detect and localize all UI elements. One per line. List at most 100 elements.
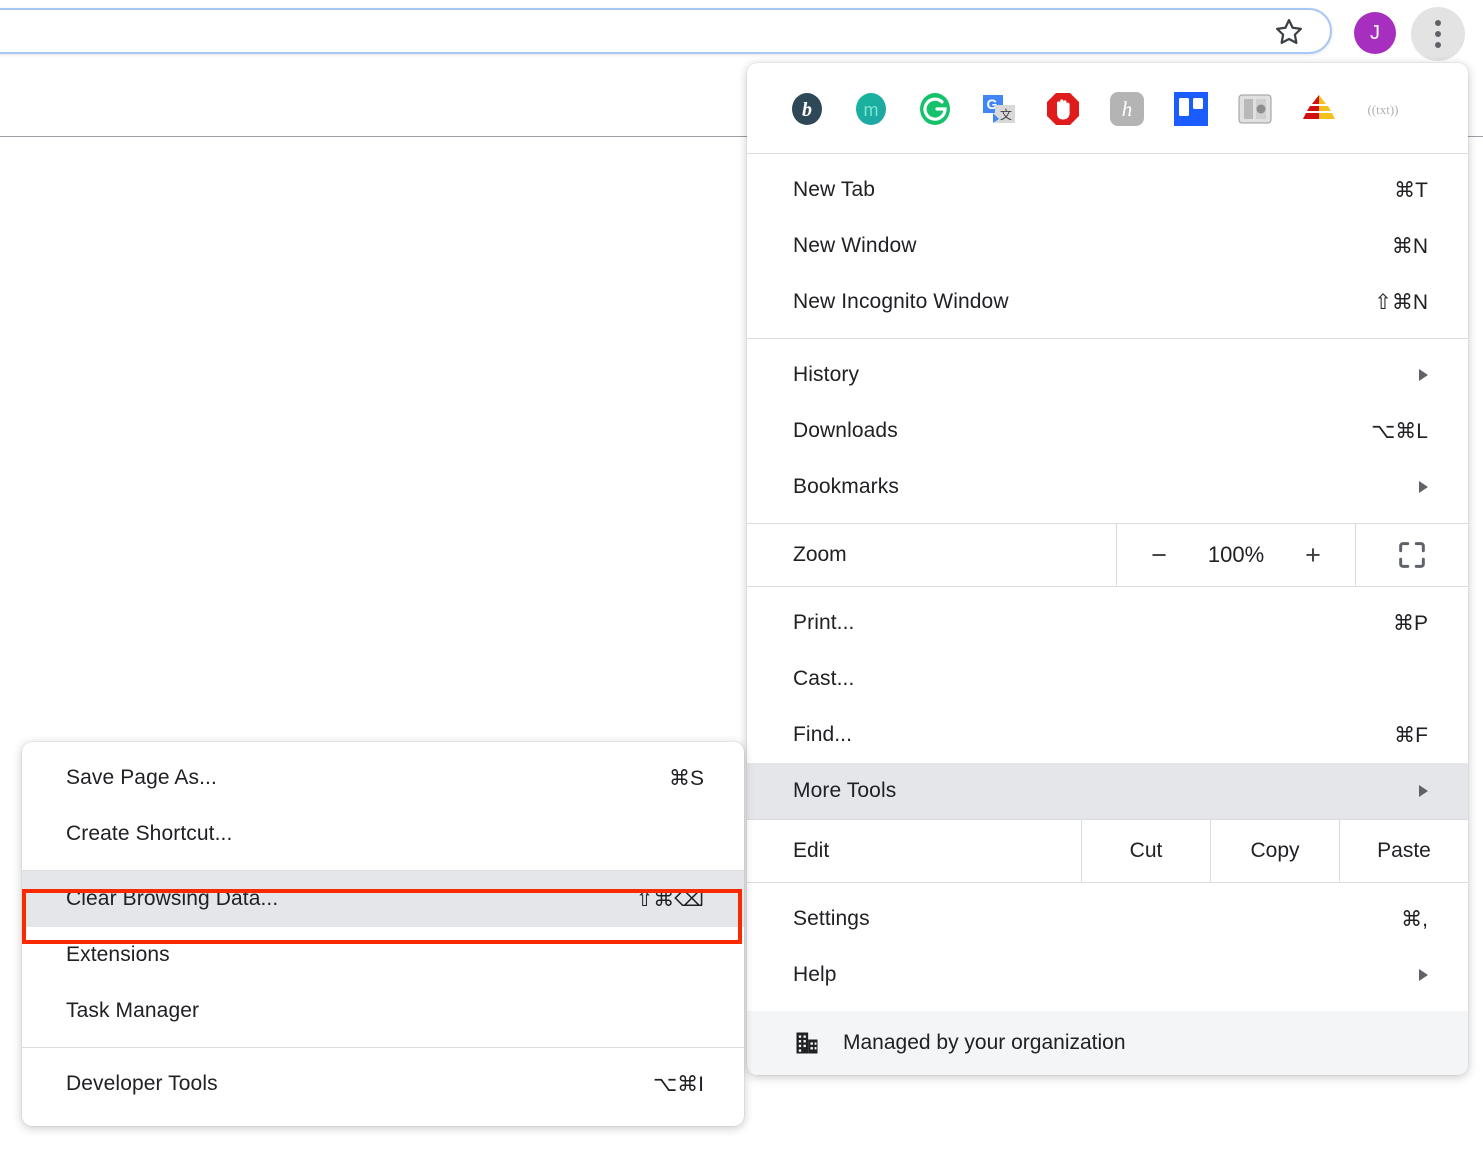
menu-item-label: New Window xyxy=(793,234,917,257)
submenu-item-extensions[interactable]: Extensions xyxy=(22,927,744,983)
chrome-menu-button[interactable] xyxy=(1411,7,1465,61)
paste-button[interactable]: Paste xyxy=(1339,820,1468,882)
menu-item-label: New Tab xyxy=(793,178,876,201)
menu-item-more-tools[interactable]: More Tools xyxy=(747,763,1468,819)
menu-item-shortcut: ⌥⌘L xyxy=(1371,419,1428,443)
honey-extension-icon[interactable]: h xyxy=(1107,89,1147,129)
bitwarden-extension-icon[interactable]: b xyxy=(787,89,827,129)
zoom-out-button[interactable]: − xyxy=(1146,541,1172,569)
pyramid-extension-icon[interactable] xyxy=(1299,89,1339,129)
fullscreen-icon xyxy=(1399,542,1425,568)
submenu-group-dev: Developer Tools ⌥⌘I xyxy=(22,1048,744,1126)
svg-text:h: h xyxy=(1122,97,1133,121)
menu-item-shortcut: ⌘N xyxy=(1391,234,1428,258)
menu-item-shortcut: ⌘F xyxy=(1394,723,1428,747)
adblock-stop-hand-extension-icon[interactable] xyxy=(1043,89,1083,129)
chevron-right-icon xyxy=(1419,969,1428,981)
menu-item-shortcut: ⌘S xyxy=(668,766,704,790)
google-translate-extension-icon[interactable]: G 文 xyxy=(979,89,1019,129)
svg-text:((txt)): ((txt)) xyxy=(1367,102,1398,117)
organization-building-icon xyxy=(796,1032,818,1054)
chevron-right-icon xyxy=(1419,785,1428,797)
menu-group-tools: Print... ⌘P Cast... Find... ⌘F More Tool… xyxy=(747,587,1468,819)
menu-item-label: Bookmarks xyxy=(793,475,899,498)
extensions-toolbar-row: b m G 文 h ((txt)) xyxy=(747,63,1468,154)
trello-extension-icon[interactable] xyxy=(1171,89,1211,129)
menu-item-label: Print... xyxy=(793,611,855,634)
avatar[interactable]: J xyxy=(1354,12,1396,54)
managed-by-organization-label: Managed by your organization xyxy=(843,1031,1126,1054)
address-bar[interactable] xyxy=(0,8,1332,54)
menu-row-edit: Edit Cut Copy Paste xyxy=(747,819,1468,883)
menu-item-settings[interactable]: Settings ⌘, xyxy=(747,891,1468,947)
menu-item-label: Clear Browsing Data... xyxy=(66,887,279,910)
menu-dot xyxy=(1435,20,1441,26)
zoom-label: Zoom xyxy=(747,524,1116,586)
zoom-label-text: Zoom xyxy=(793,543,847,566)
menu-item-label: Save Page As... xyxy=(66,766,217,789)
menu-row-zoom: Zoom − 100% + xyxy=(747,523,1468,587)
svg-text:b: b xyxy=(802,99,812,121)
menu-item-label: History xyxy=(793,363,860,386)
cut-button[interactable]: Cut xyxy=(1081,820,1210,882)
menu-item-shortcut: ⌘T xyxy=(1394,178,1428,202)
menu-item-label: Task Manager xyxy=(66,999,200,1022)
submenu-group-data: Clear Browsing Data... ⇧⌘⌫ Extensions Ta… xyxy=(22,871,744,1048)
menu-item-find[interactable]: Find... ⌘F xyxy=(747,707,1468,763)
zoom-controls: − 100% + xyxy=(1116,524,1355,586)
menu-item-shortcut: ⌥⌘I xyxy=(652,1072,704,1096)
svg-text:文: 文 xyxy=(1000,107,1012,122)
menu-item-downloads[interactable]: Downloads ⌥⌘L xyxy=(747,403,1468,459)
menu-item-shortcut: ⌘P xyxy=(1392,611,1428,635)
menu-item-bookmarks[interactable]: Bookmarks xyxy=(747,459,1468,515)
svg-text:m: m xyxy=(864,100,879,120)
submenu-item-clear-browsing-data[interactable]: Clear Browsing Data... ⇧⌘⌫ xyxy=(22,871,744,927)
menu-group-browse: History Downloads ⌥⌘L Bookmarks xyxy=(747,339,1468,523)
menu-item-cast[interactable]: Cast... xyxy=(747,651,1468,707)
menu-group-settings: Settings ⌘, Help xyxy=(747,883,1468,1011)
menu-item-shortcut: ⌘, xyxy=(1401,907,1428,931)
menu-item-shortcut: ⇧⌘N xyxy=(1374,290,1428,314)
submenu-item-save-page-as[interactable]: Save Page As... ⌘S xyxy=(22,750,744,806)
menu-item-help[interactable]: Help xyxy=(747,947,1468,1003)
menu-dot xyxy=(1435,42,1441,48)
menu-item-label: Create Shortcut... xyxy=(66,822,233,845)
fullscreen-button[interactable] xyxy=(1355,524,1468,586)
zoom-in-button[interactable]: + xyxy=(1300,541,1326,569)
menu-item-label: Downloads xyxy=(793,419,898,442)
menu-item-label: Settings xyxy=(793,907,870,930)
menu-group-new: New Tab ⌘T New Window ⌘N New Incognito W… xyxy=(747,154,1468,339)
submenu-item-task-manager[interactable]: Task Manager xyxy=(22,983,744,1039)
menu-item-new-window[interactable]: New Window ⌘N xyxy=(747,218,1468,274)
chevron-right-icon xyxy=(1419,369,1428,381)
zoom-level-value: 100% xyxy=(1207,542,1265,567)
menu-item-label: Extensions xyxy=(66,943,170,966)
menu-item-label: Help xyxy=(793,963,837,986)
menu-item-label: Developer Tools xyxy=(66,1072,218,1095)
momentum-extension-icon[interactable]: m xyxy=(851,89,891,129)
submenu-group-page: Save Page As... ⌘S Create Shortcut... xyxy=(22,742,744,871)
grammarly-extension-icon[interactable] xyxy=(915,89,955,129)
copy-button[interactable]: Copy xyxy=(1210,820,1339,882)
submenu-item-create-shortcut[interactable]: Create Shortcut... xyxy=(22,806,744,862)
menu-item-label: Find... xyxy=(793,723,853,746)
menu-item-new-incognito-window[interactable]: New Incognito Window ⇧⌘N xyxy=(747,274,1468,330)
menu-item-shortcut: ⇧⌘⌫ xyxy=(635,887,704,911)
chevron-right-icon xyxy=(1419,481,1428,493)
more-tools-submenu: Save Page As... ⌘S Create Shortcut... Cl… xyxy=(22,742,744,1126)
avatar-initial: J xyxy=(1370,21,1380,44)
edit-label: Edit xyxy=(747,820,1081,882)
menu-item-label: More Tools xyxy=(793,779,897,802)
menu-item-history[interactable]: History xyxy=(747,347,1468,403)
managed-by-organization-row[interactable]: Managed by your organization xyxy=(747,1011,1468,1075)
menu-item-new-tab[interactable]: New Tab ⌘T xyxy=(747,162,1468,218)
text-extension-icon[interactable]: ((txt)) xyxy=(1363,89,1403,129)
edit-label-text: Edit xyxy=(793,839,830,862)
star-icon[interactable] xyxy=(1274,17,1304,47)
screencast-extension-icon[interactable] xyxy=(1235,89,1275,129)
menu-item-print[interactable]: Print... ⌘P xyxy=(747,595,1468,651)
menu-item-label: Cast... xyxy=(793,667,855,690)
menu-item-label: New Incognito Window xyxy=(793,290,1009,313)
chrome-main-menu: b m G 文 h ((txt)) New Tab ⌘T New Window … xyxy=(747,63,1468,1075)
submenu-item-developer-tools[interactable]: Developer Tools ⌥⌘I xyxy=(22,1056,744,1112)
